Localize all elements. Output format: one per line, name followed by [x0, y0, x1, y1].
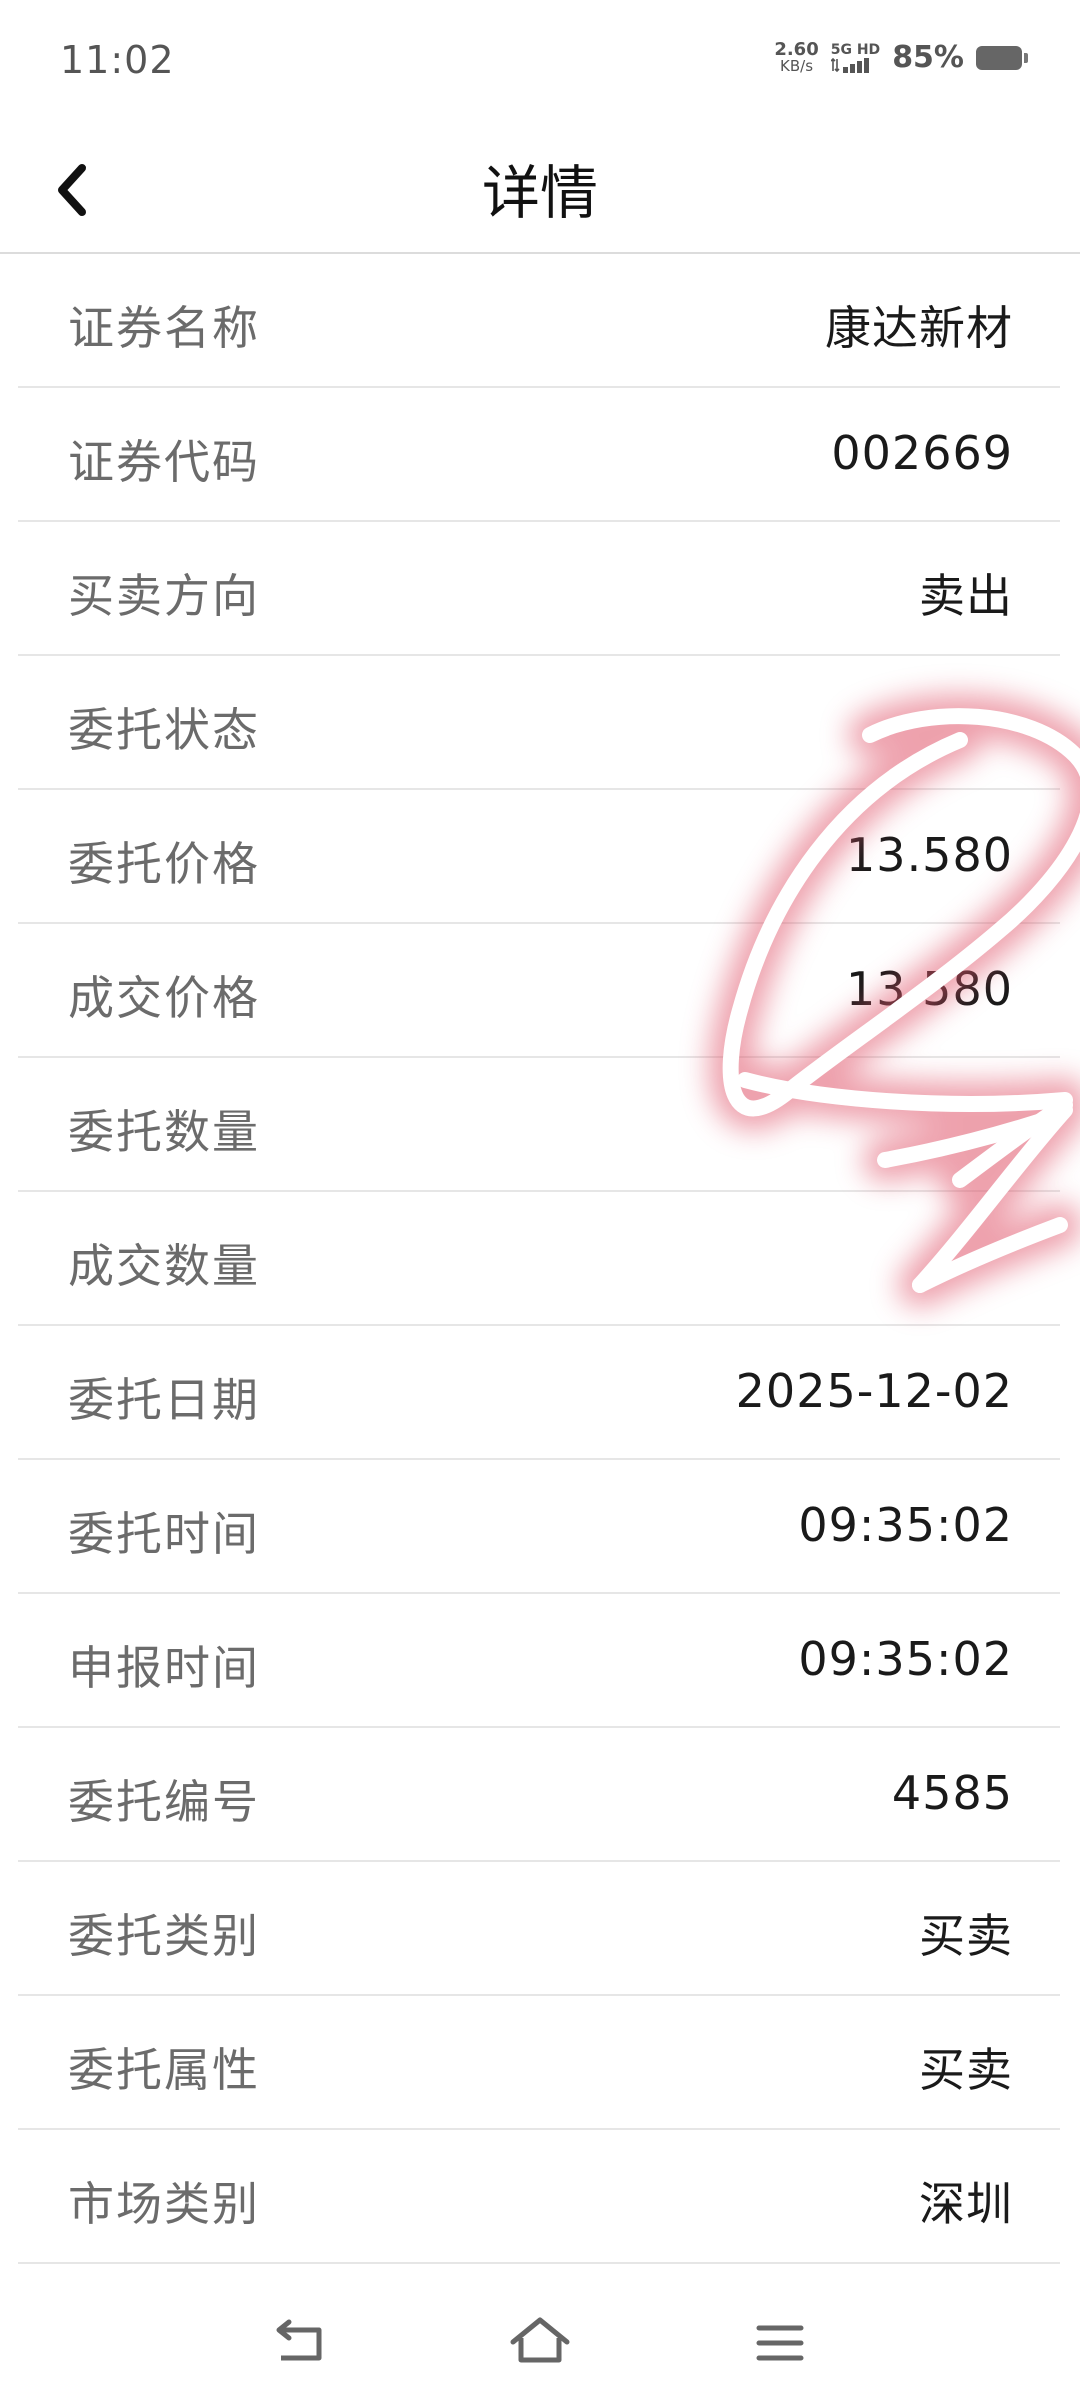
row-label: 委托价格	[68, 837, 260, 891]
row-label: 成交价格	[68, 971, 260, 1025]
row-label: 买卖方向	[68, 569, 260, 623]
row-label: 市场类别	[68, 2177, 260, 2231]
row-value: 卖出	[919, 569, 1013, 623]
row-label: 申报时间	[68, 1641, 260, 1695]
back-icon	[276, 2319, 322, 2361]
row-value: 买卖	[919, 2043, 1013, 2097]
detail-list: 证券名称 康达新材 证券代码 002669 买卖方向 卖出 委托状态 委托价格 …	[0, 254, 1080, 2264]
row-label: 证券代码	[68, 435, 260, 489]
row-label: 委托数量	[68, 1105, 260, 1159]
row-value: 13.580	[846, 828, 1013, 882]
detail-row-order-attribute: 委托属性 买卖	[18, 1996, 1060, 2130]
row-label: 委托属性	[68, 2043, 260, 2097]
row-label: 成交数量	[68, 1239, 260, 1293]
row-label: 证券名称	[68, 301, 260, 355]
detail-row-deal-price: 成交价格 13.580	[18, 924, 1060, 1058]
nav-back-button[interactable]	[265, 2308, 335, 2378]
detail-row-order-date: 委托日期 2025-12-02	[18, 1326, 1060, 1460]
row-value: 13.580	[846, 962, 1013, 1016]
page: 11:02 2.60 KB/s 5G HD 85% 详情 证券名称 康达新材 证…	[0, 0, 1080, 2408]
signal-bars-icon	[830, 57, 869, 73]
detail-row-deal-quantity: 成交数量	[18, 1192, 1060, 1326]
battery-percent: 85%	[892, 40, 964, 75]
detail-row-order-time: 委托时间 09:35:02	[18, 1460, 1060, 1594]
row-label: 委托时间	[68, 1507, 260, 1561]
row-value: 09:35:02	[798, 1632, 1013, 1686]
network-speed: 2.60 KB/s	[774, 38, 819, 75]
detail-row-order-status: 委托状态	[18, 656, 1060, 790]
row-value: 康达新材	[825, 301, 1013, 355]
row-label: 委托编号	[68, 1775, 260, 1829]
detail-row-market-category: 市场类别 深圳	[18, 2130, 1060, 2264]
detail-row-security-name: 证券名称 康达新材	[18, 254, 1060, 388]
battery-icon	[976, 45, 1028, 70]
status-indicators: 2.60 KB/s 5G HD 85%	[774, 38, 1028, 75]
nav-menu-button[interactable]	[745, 2308, 815, 2378]
detail-row-report-time: 申报时间 09:35:02	[18, 1594, 1060, 1728]
detail-row-order-price: 委托价格 13.580	[18, 790, 1060, 924]
row-label: 委托日期	[68, 1373, 260, 1427]
row-value: 买卖	[919, 1909, 1013, 1963]
row-value: 002669	[831, 426, 1013, 480]
row-value: 2025-12-02	[735, 1364, 1013, 1418]
page-title: 详情	[481, 159, 598, 227]
status-bar: 11:02 2.60 KB/s 5G HD 85%	[0, 0, 1080, 120]
row-label: 委托状态	[68, 703, 260, 757]
detail-row-security-code: 证券代码 002669	[18, 388, 1060, 522]
network-speed-unit: KB/s	[780, 56, 814, 75]
status-time: 11:02	[60, 38, 175, 82]
detail-row-order-number: 委托编号 4585	[18, 1728, 1060, 1862]
network-speed-value: 2.60	[774, 38, 819, 60]
detail-row-order-category: 委托类别 买卖	[18, 1862, 1060, 1996]
menu-icon	[756, 2325, 804, 2361]
detail-row-order-quantity: 委托数量	[18, 1058, 1060, 1192]
row-value: 09:35:02	[798, 1498, 1013, 1552]
signal-indicator: 5G HD	[830, 41, 881, 73]
detail-row-trade-direction: 买卖方向 卖出	[18, 522, 1060, 656]
signal-label: 5G HD	[830, 41, 881, 58]
navigation-bar	[0, 2278, 1080, 2408]
home-icon	[510, 2317, 570, 2363]
nav-home-button[interactable]	[505, 2308, 575, 2378]
row-label: 委托类别	[68, 1909, 260, 1963]
row-value: 4585	[891, 1766, 1013, 1820]
header: 详情	[0, 120, 1080, 254]
row-value: 深圳	[919, 2177, 1013, 2231]
